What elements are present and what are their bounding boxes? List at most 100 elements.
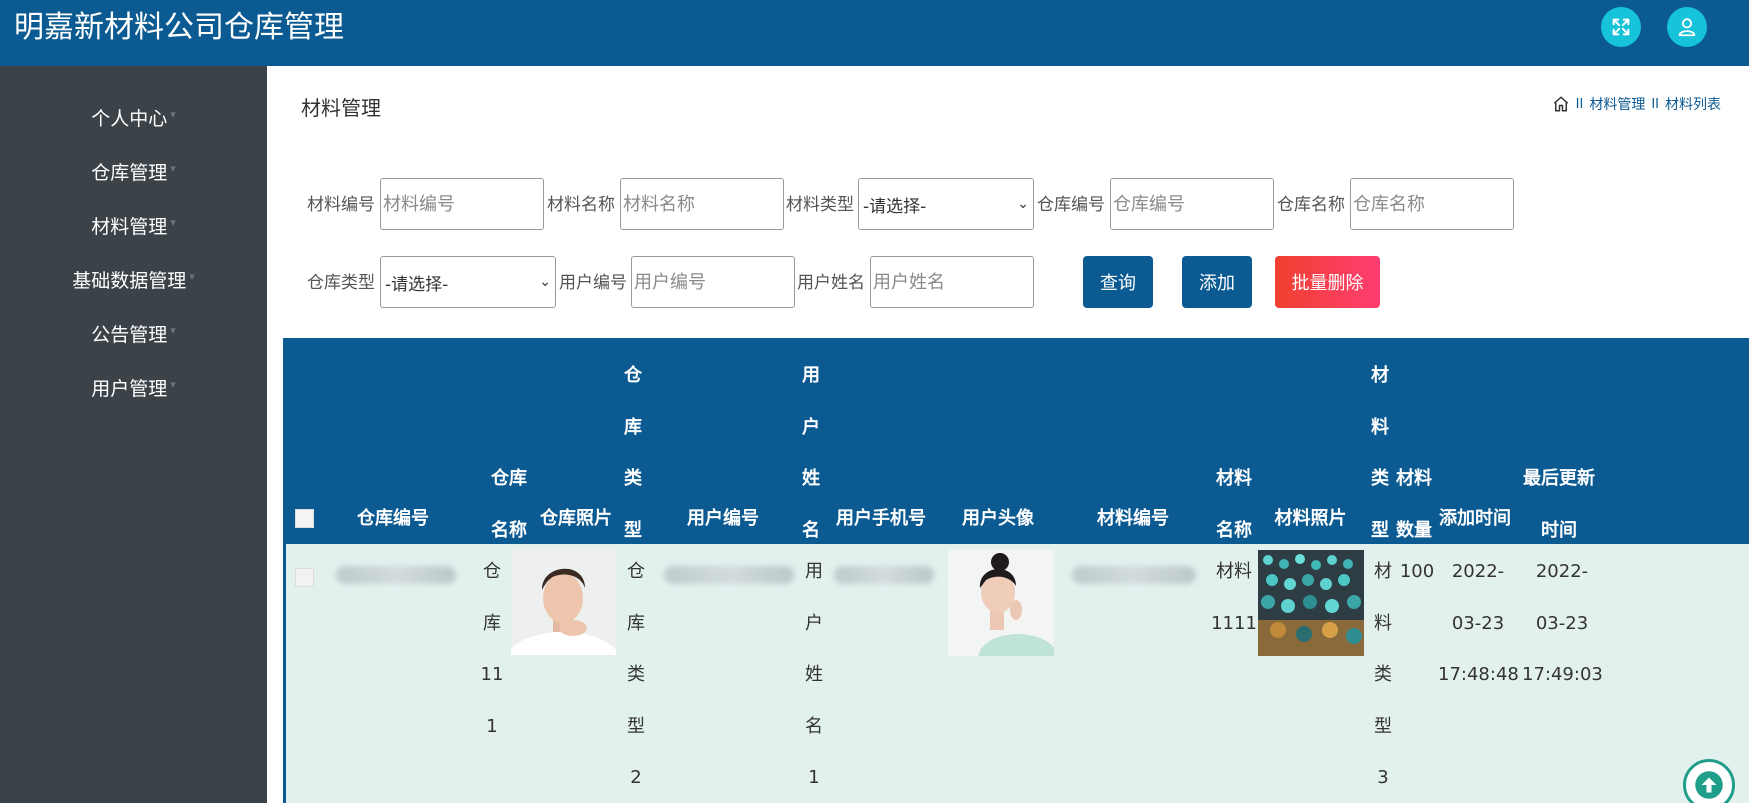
- warehouse-code-label: 仓库编号: [1037, 195, 1105, 215]
- warehouse-photo[interactable]: [511, 550, 616, 655]
- page-title: 材料管理: [301, 96, 381, 120]
- sidebar-item-label: 基础数据管理: [72, 269, 187, 292]
- arrow-up-icon: [1695, 771, 1723, 799]
- user-name-input[interactable]: [870, 256, 1034, 308]
- caret-down-icon: ▾: [170, 107, 176, 121]
- th-user-phone: 用户手机号: [836, 508, 926, 529]
- query-button[interactable]: 查询: [1083, 256, 1153, 308]
- user-avatar[interactable]: [948, 550, 1054, 656]
- td-material-qty: 100: [1399, 561, 1435, 582]
- fullscreen-icon: [1612, 18, 1630, 36]
- top-header: 明嘉新材料公司仓库管理: [0, 0, 1749, 66]
- breadcrumb-separator: II: [1575, 96, 1584, 112]
- th-material-qty: 材料数量: [1396, 468, 1432, 541]
- sidebar-item-warehouse[interactable]: 仓库管理 ▾: [0, 152, 267, 190]
- material-photo[interactable]: [1258, 550, 1364, 656]
- warehouse-name-input[interactable]: [1350, 178, 1514, 230]
- th-material-photo: 材料照片: [1274, 508, 1347, 529]
- select-value: -请选择-: [863, 196, 927, 217]
- added-clock: 17:48:48: [1438, 664, 1519, 685]
- td-added-time: 2022-03-23 17:48:48: [1438, 546, 1519, 701]
- row-checkbox[interactable]: [295, 568, 314, 587]
- material-type-label: 材料类型: [786, 195, 854, 215]
- td-updated-time: 2022-03-23 17:49:03: [1522, 546, 1603, 701]
- warehouse-name-label: 仓库名称: [1277, 195, 1345, 215]
- back-to-top-button[interactable]: [1683, 759, 1735, 803]
- th-material-code: 材料编号: [1097, 508, 1169, 529]
- app-title: 明嘉新材料公司仓库管理: [14, 10, 344, 45]
- sidebar-item-basic-data[interactable]: 基础数据管理 ▾: [0, 260, 267, 298]
- breadcrumb: II 材料管理 II 材料列表: [1552, 94, 1721, 114]
- table-header: 仓库编号 仓库名称 仓库照片 仓库类型 用户编号 用户姓名 用户手机号 用户头像…: [283, 338, 1749, 544]
- td-warehouse-type: 仓库类型2: [627, 561, 645, 788]
- user-avatar-image: [948, 550, 1054, 656]
- th-user-avatar: 用户头像: [962, 508, 1034, 529]
- sidebar-item-material[interactable]: 材料管理 ▾: [0, 206, 267, 244]
- chevron-down-icon: ⌄: [1017, 196, 1029, 212]
- sidebar-item-label: 个人中心: [91, 107, 168, 130]
- td-material-name: 材料1111: [1211, 561, 1257, 634]
- material-name-label: 材料名称: [547, 195, 615, 215]
- material-table: 仓库编号 仓库名称 仓库照片 仓库类型 用户编号 用户姓名 用户手机号 用户头像…: [283, 338, 1749, 803]
- th-warehouse-code: 仓库编号: [357, 508, 429, 529]
- sidebar-item-notice[interactable]: 公告管理 ▾: [0, 314, 267, 352]
- material-type-select[interactable]: -请选择- ⌄: [858, 178, 1034, 230]
- th-warehouse-photo: 仓库照片: [540, 508, 612, 529]
- blurred-user-phone: [834, 566, 934, 584]
- caret-down-icon: ▾: [170, 161, 176, 175]
- caret-down-icon: ▾: [170, 323, 176, 337]
- sidebar-item-label: 用户管理: [91, 377, 168, 400]
- sidebar: 个人中心 ▾ 仓库管理 ▾ 材料管理 ▾ 基础数据管理 ▾ 公告管理 ▾ 用户管理 ▾: [0, 66, 267, 803]
- select-all-checkbox[interactable]: [295, 509, 314, 528]
- breadcrumb-item[interactable]: 材料管理: [1589, 94, 1645, 114]
- warehouse-code-input[interactable]: [1110, 178, 1274, 230]
- caret-down-icon: ▾: [170, 215, 176, 229]
- user-button[interactable]: [1667, 7, 1707, 47]
- chevron-down-icon: ⌄: [539, 274, 551, 290]
- th-added-time: 添加时间: [1439, 508, 1511, 529]
- warehouse-photo-image: [511, 550, 616, 655]
- user-icon: [1678, 18, 1696, 37]
- user-name-label: 用户姓名: [797, 273, 865, 293]
- sidebar-item-label: 公告管理: [91, 323, 168, 346]
- blurred-user-code: [664, 566, 794, 584]
- material-code-input[interactable]: [380, 178, 544, 230]
- updated-date: 2022-03-23: [1535, 561, 1589, 634]
- th-material-name: 材料名称: [1216, 468, 1252, 541]
- material-code-label: 材料编号: [307, 195, 375, 215]
- breadcrumb-item[interactable]: 材料列表: [1665, 94, 1721, 114]
- td-warehouse-name: 仓库111: [480, 561, 504, 737]
- material-name-input[interactable]: [620, 178, 784, 230]
- updated-clock: 17:49:03: [1522, 664, 1603, 685]
- warehouse-type-label: 仓库类型: [307, 273, 375, 293]
- th-updated-time: 最后更新时间: [1523, 468, 1595, 541]
- batch-delete-button[interactable]: 批量删除: [1275, 256, 1380, 308]
- added-date: 2022-03-23: [1451, 561, 1505, 634]
- fullscreen-button[interactable]: [1601, 7, 1641, 47]
- select-value: -请选择-: [385, 274, 449, 295]
- material-photo-image: [1258, 550, 1364, 656]
- th-user-code: 用户编号: [687, 508, 759, 529]
- main-content: 材料管理 II 材料管理 II 材料列表 材料编号 材料名称 材料类型 -请选择…: [267, 66, 1749, 803]
- home-icon[interactable]: [1552, 95, 1570, 113]
- td-material-type: 材料类型3: [1374, 561, 1392, 788]
- breadcrumb-separator: II: [1651, 96, 1659, 112]
- sidebar-item-users[interactable]: 用户管理 ▾: [0, 368, 267, 406]
- user-code-label: 用户编号: [559, 273, 627, 293]
- caret-down-icon: ▾: [189, 269, 195, 283]
- warehouse-type-select[interactable]: -请选择- ⌄: [380, 256, 556, 308]
- sidebar-item-label: 仓库管理: [91, 161, 168, 184]
- sidebar-item-label: 材料管理: [91, 215, 168, 238]
- caret-down-icon: ▾: [170, 377, 176, 391]
- table-body: 仓库111 仓库类型2 用户姓名1 材料1111 材料类型3 100 2022-…: [283, 544, 1749, 803]
- blurred-warehouse-code: [336, 566, 456, 584]
- th-material-type: 材料类型: [1371, 365, 1389, 541]
- th-user-name: 用户姓名: [802, 365, 820, 541]
- sidebar-item-profile[interactable]: 个人中心 ▾: [0, 98, 267, 136]
- add-button[interactable]: 添加: [1182, 256, 1252, 308]
- th-warehouse-type: 仓库类型: [624, 365, 642, 541]
- blurred-material-code: [1072, 566, 1196, 584]
- user-code-input[interactable]: [631, 256, 795, 308]
- th-warehouse-name: 仓库名称: [491, 468, 527, 541]
- td-user-name: 用户姓名1: [805, 561, 823, 788]
